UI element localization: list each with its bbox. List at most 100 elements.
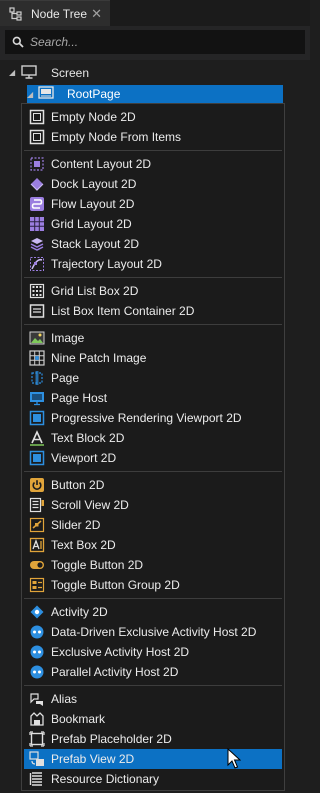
search-box[interactable] — [5, 30, 305, 54]
menu-item-nine-patch-image[interactable]: Nine Patch Image — [24, 348, 282, 368]
empty-node-icon — [29, 129, 45, 145]
menu-item-label: Toggle Button 2D — [51, 558, 144, 572]
menu-item-stack-layout-2d[interactable]: Stack Layout 2D — [24, 234, 282, 254]
menu-item-label: Viewport 2D — [51, 451, 117, 465]
menu-item-label: Text Box 2D — [51, 538, 116, 552]
menu-item-text-box-2d[interactable]: Text Box 2D — [24, 535, 282, 555]
search-icon — [12, 36, 24, 48]
menu-item-label: Bookmark — [51, 712, 106, 726]
menu-item-list-box-item-container-2d[interactable]: List Box Item Container 2D — [24, 301, 282, 321]
menu-item-page-host[interactable]: Page Host — [24, 388, 282, 408]
menu-item-bookmark[interactable]: Bookmark — [24, 709, 282, 729]
menu-item-content-layout-2d[interactable]: Content Layout 2D — [24, 154, 282, 174]
flow-layout-icon — [29, 196, 45, 212]
activity-icon — [29, 604, 45, 620]
screen-icon — [21, 65, 37, 79]
toggle-button-group-icon — [29, 577, 45, 593]
menu-separator — [24, 277, 282, 278]
expand-arrow-icon[interactable]: ◢ — [27, 90, 33, 99]
menu-item-viewport-2d[interactable]: Viewport 2D — [24, 448, 282, 468]
menu-item-label: Dock Layout 2D — [51, 177, 137, 191]
empty-node-icon — [29, 109, 45, 125]
progressive-viewport-icon — [29, 410, 45, 426]
menu-item-parallel-activity-host-2d[interactable]: Parallel Activity Host 2D — [24, 662, 282, 682]
grid-layout-icon — [29, 216, 45, 232]
mouse-cursor-icon — [227, 748, 241, 769]
tree-node-label: RootPage — [67, 87, 121, 101]
menu-separator — [24, 685, 282, 686]
menu-item-text-block-2d[interactable]: Text Block 2D — [24, 428, 282, 448]
menu-item-label: List Box Item Container 2D — [51, 304, 195, 318]
menu-item-label: Button 2D — [51, 478, 105, 492]
trajectory-layout-icon — [29, 256, 45, 272]
menu-item-trajectory-layout-2d[interactable]: Trajectory Layout 2D — [24, 254, 282, 274]
menu-item-label: Nine Patch Image — [51, 351, 147, 365]
search-bar — [0, 26, 310, 60]
menu-item-slider-2d[interactable]: Slider 2D — [24, 515, 282, 535]
menu-item-progressive-rendering-viewport-2d[interactable]: Progressive Rendering Viewport 2D — [24, 408, 282, 428]
menu-item-prefab-placeholder-2d[interactable]: Prefab Placeholder 2D — [24, 729, 282, 749]
menu-item-resource-dictionary[interactable]: Resource Dictionary — [24, 769, 282, 789]
menu-item-image[interactable]: Image — [24, 328, 282, 348]
menu-item-activity-2d[interactable]: Activity 2D — [24, 602, 282, 622]
search-input[interactable] — [30, 35, 280, 49]
alias-icon — [29, 691, 45, 707]
tree-node-screen[interactable]: ◢ Screen — [0, 63, 310, 83]
slider-icon — [29, 517, 45, 533]
menu-item-dock-layout-2d[interactable]: Dock Layout 2D — [24, 174, 282, 194]
menu-item-label: Prefab View 2D — [51, 752, 135, 766]
menu-item-empty-node-from-items[interactable]: Empty Node From Items — [24, 127, 282, 147]
selection-highlight — [27, 85, 283, 103]
menu-item-label: Empty Node 2D — [51, 110, 136, 124]
menu-separator — [24, 150, 282, 151]
menu-item-grid-layout-2d[interactable]: Grid Layout 2D — [24, 214, 282, 234]
menu-item-label: Resource Dictionary — [51, 772, 160, 786]
menu-separator — [24, 324, 282, 325]
tree-node-rootpage[interactable]: ◢ RootPage — [0, 83, 310, 103]
image-icon — [29, 330, 45, 346]
menu-item-scroll-view-2d[interactable]: Scroll View 2D — [24, 495, 282, 515]
menu-separator — [24, 598, 282, 599]
page-icon — [29, 370, 45, 386]
menu-item-label: Activity 2D — [51, 605, 108, 619]
menu-item-label: Parallel Activity Host 2D — [51, 665, 179, 679]
menu-item-label: Page Host — [51, 391, 108, 405]
text-block-icon — [29, 430, 45, 446]
menu-item-page[interactable]: Page — [24, 368, 282, 388]
menu-item-label: Progressive Rendering Viewport 2D — [51, 411, 242, 425]
menu-item-label: Stack Layout 2D — [51, 237, 140, 251]
tab-title: Node Tree — [31, 6, 88, 21]
menu-separator — [24, 471, 282, 472]
menu-item-toggle-button-2d[interactable]: Toggle Button 2D — [24, 555, 282, 575]
node-tree-icon — [9, 6, 23, 21]
menu-item-empty-node-2d[interactable]: Empty Node 2D — [24, 107, 282, 127]
button-icon — [29, 477, 45, 493]
parallel-activity-host-icon — [29, 664, 45, 680]
expand-arrow-icon[interactable]: ◢ — [9, 68, 15, 77]
menu-item-prefab-view-2d[interactable]: Prefab View 2D — [24, 749, 282, 769]
add-node-context-menu: Empty Node 2D Empty Node From Items Conten… — [21, 103, 285, 791]
nine-patch-image-icon — [29, 350, 45, 366]
menu-item-toggle-button-group-2d[interactable]: Toggle Button Group 2D — [24, 575, 282, 595]
menu-item-label: Image — [51, 331, 85, 345]
menu-item-flow-layout-2d[interactable]: Flow Layout 2D — [24, 194, 282, 214]
data-driven-activity-host-icon — [29, 624, 45, 640]
tab-node-tree[interactable]: Node Tree ✕ — [0, 0, 110, 26]
menu-item-grid-list-box-2d[interactable]: Grid List Box 2D — [24, 281, 282, 301]
menu-item-label: Grid Layout 2D — [51, 217, 132, 231]
menu-item-label: Exclusive Activity Host 2D — [51, 645, 190, 659]
grid-list-box-icon — [29, 283, 45, 299]
menu-item-exclusive-activity-host-2d[interactable]: Exclusive Activity Host 2D — [24, 642, 282, 662]
toggle-button-icon — [29, 557, 45, 573]
menu-item-label: Toggle Button Group 2D — [51, 578, 180, 592]
menu-item-button-2d[interactable]: Button 2D — [24, 475, 282, 495]
resource-dictionary-icon — [29, 771, 45, 787]
menu-item-data-driven-exclusive-activity-host-2d[interactable]: Data-Driven Exclusive Activity Host 2D — [24, 622, 282, 642]
page-host-icon — [29, 390, 45, 406]
content-layout-icon — [29, 156, 45, 172]
menu-item-label: Content Layout 2D — [51, 157, 152, 171]
menu-item-label: Grid List Box 2D — [51, 284, 139, 298]
close-icon[interactable]: ✕ — [91, 6, 102, 22]
menu-item-label: Alias — [51, 692, 78, 706]
menu-item-alias[interactable]: Alias — [24, 689, 282, 709]
